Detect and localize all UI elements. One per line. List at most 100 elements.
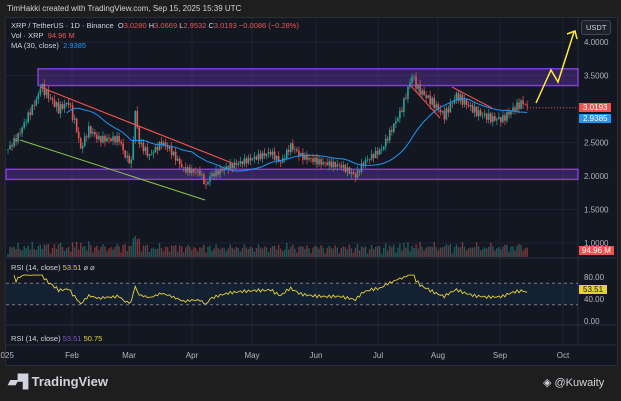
volume-bar bbox=[441, 247, 443, 257]
candle-body bbox=[459, 94, 462, 102]
volume-bar bbox=[372, 249, 375, 257]
candle-body bbox=[25, 122, 27, 123]
candle-body bbox=[354, 174, 357, 178]
volume-bar bbox=[300, 246, 302, 257]
volume-bar bbox=[328, 245, 330, 257]
vol-label: Vol · XRP bbox=[11, 31, 44, 40]
volume-bar bbox=[292, 244, 294, 257]
symbol[interactable]: XRP / TetherUS · 1D · Binance bbox=[11, 21, 114, 30]
volume-bar bbox=[320, 245, 322, 257]
candle-body bbox=[67, 102, 70, 105]
volume-bar bbox=[94, 247, 96, 257]
candle-body bbox=[184, 167, 187, 173]
tradingview-logo[interactable]: ▰▜ TradingView bbox=[8, 374, 108, 390]
volume-bar bbox=[516, 245, 518, 257]
ma-legend[interactable]: MA (30, close) 2.9385 bbox=[11, 41, 86, 50]
candle-body bbox=[397, 118, 399, 122]
volume-bar bbox=[25, 248, 27, 257]
candle-body bbox=[370, 154, 373, 160]
candle-body bbox=[100, 136, 102, 143]
candle-body bbox=[166, 146, 169, 149]
volume-bar bbox=[280, 248, 282, 257]
volume-bar bbox=[209, 245, 211, 257]
ma-label: MA (30, close) bbox=[11, 41, 59, 50]
volume-bar bbox=[467, 248, 470, 257]
candle-body bbox=[336, 164, 339, 167]
candle-body bbox=[199, 170, 201, 176]
candle-body bbox=[104, 135, 106, 142]
volume-bar bbox=[324, 253, 326, 257]
volume-bar bbox=[148, 252, 151, 257]
volume-bar bbox=[193, 246, 195, 257]
candle-body bbox=[120, 141, 122, 144]
candle-body bbox=[312, 158, 314, 162]
candle-body bbox=[265, 153, 268, 156]
volume-bar bbox=[500, 249, 502, 257]
volume-bar bbox=[9, 246, 11, 257]
candle-body bbox=[487, 113, 490, 120]
volume-bar bbox=[409, 251, 411, 257]
x-tick-label: Jun bbox=[310, 351, 323, 360]
volume-bar bbox=[457, 247, 460, 257]
volume-bar bbox=[385, 243, 387, 257]
volume-bar bbox=[368, 249, 371, 257]
candle-body bbox=[520, 100, 522, 109]
volume-bar bbox=[407, 242, 409, 257]
rsi-legend[interactable]: RSI (14, close) 53.51 ⌀ ⌀ bbox=[11, 263, 95, 272]
volume-bar bbox=[176, 251, 179, 257]
volume-bar bbox=[469, 247, 472, 257]
candle-body bbox=[180, 164, 183, 168]
volume-bar bbox=[498, 247, 500, 257]
brand: TradingView bbox=[31, 374, 108, 389]
rsi-tick: 40.00 bbox=[584, 295, 605, 304]
candle-body bbox=[271, 151, 274, 155]
candle-body bbox=[496, 119, 498, 121]
rsi-legend-2[interactable]: RSI (14, close) 53.51 50.75 bbox=[11, 334, 102, 343]
candle-body bbox=[384, 138, 387, 147]
candle-body bbox=[81, 146, 84, 149]
candle-body bbox=[197, 170, 199, 173]
volume-bar bbox=[290, 246, 292, 257]
volume-bar bbox=[47, 244, 50, 257]
candle-body bbox=[176, 158, 179, 161]
volume-bar bbox=[360, 246, 363, 257]
volume-bar bbox=[364, 246, 367, 257]
volume-bar bbox=[90, 245, 92, 257]
volume-bar bbox=[336, 247, 338, 257]
candle-body bbox=[518, 102, 520, 109]
ohlc-legend: XRP / TetherUS · 1D · Binance O3.0280 H3… bbox=[11, 21, 299, 30]
candle-body bbox=[19, 133, 21, 134]
volume-bar bbox=[233, 249, 235, 257]
volume-bar bbox=[245, 247, 248, 257]
candle-body bbox=[170, 146, 173, 156]
volume-bar bbox=[253, 251, 256, 257]
candle-body bbox=[73, 118, 76, 120]
volume-bar bbox=[304, 248, 306, 257]
currency-button[interactable]: USDT bbox=[581, 20, 612, 35]
tv-logo-icon: ▰▜ bbox=[8, 374, 32, 389]
rsi-settings-icon[interactable]: ⌀ ⌀ bbox=[84, 263, 95, 272]
volume-bar bbox=[271, 246, 274, 257]
candle-body bbox=[178, 158, 181, 165]
volume-bar bbox=[484, 247, 486, 257]
volume-bar bbox=[166, 247, 169, 257]
volume-bar bbox=[126, 251, 128, 257]
volume-bar bbox=[508, 251, 510, 257]
candle-body bbox=[269, 151, 272, 155]
volume-bar bbox=[45, 244, 48, 257]
volume-bar bbox=[251, 247, 254, 257]
volume-bar bbox=[118, 246, 120, 257]
candle-body bbox=[504, 115, 506, 121]
volume-bar bbox=[310, 253, 312, 257]
volume-bar bbox=[128, 246, 130, 257]
candle-body bbox=[126, 155, 128, 158]
volume-bar bbox=[356, 243, 359, 257]
candle-body bbox=[433, 97, 436, 109]
candle-body bbox=[106, 137, 108, 142]
volume-bar bbox=[132, 238, 134, 257]
volume-bar bbox=[344, 247, 347, 257]
candle-body bbox=[382, 146, 385, 150]
volume-bar bbox=[142, 245, 145, 257]
candle-body bbox=[201, 174, 203, 176]
volume-bar bbox=[437, 250, 439, 257]
